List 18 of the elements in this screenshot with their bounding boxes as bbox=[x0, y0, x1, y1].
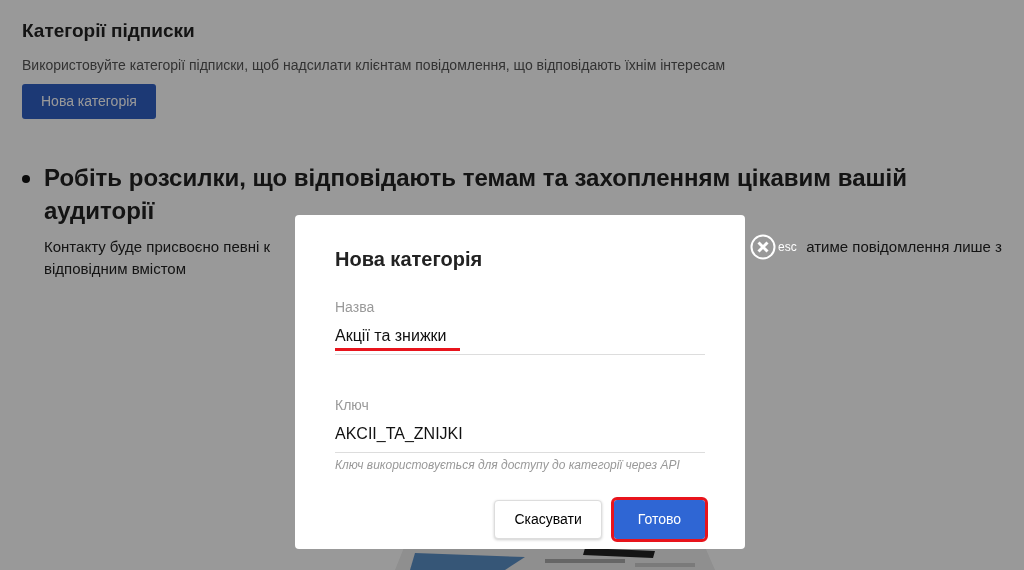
field-label: Ключ bbox=[335, 396, 370, 415]
page-title: Категорії підписки bbox=[22, 20, 196, 43]
paragraph-text: Контакту буде присвоєно певні к bbox=[44, 237, 271, 257]
bullet-icon bbox=[22, 174, 30, 183]
bullet-heading: Робіть розсилки, що відповідають темам та захопленням цікавим вашій аудиторії bbox=[44, 162, 908, 227]
close-icon bbox=[750, 234, 776, 260]
field-hint: Ключ використовується для доступу до категорії через API bbox=[335, 457, 681, 474]
cancel-button[interactable]: Скасувати bbox=[494, 500, 602, 539]
paragraph-text: атиме повідомлення лише з bbox=[806, 237, 1002, 257]
modal-title: Нова категорія bbox=[335, 247, 484, 271]
new-category-button[interactable]: Нова категорія bbox=[22, 83, 156, 119]
done-button[interactable]: Готово bbox=[613, 500, 705, 539]
esc-label: esc bbox=[778, 239, 797, 256]
paragraph-text: відповідним вмістом bbox=[44, 259, 187, 280]
key-field[interactable]: AKCII_TA_ZNIJKI bbox=[335, 422, 695, 446]
name-field[interactable]: Акції та знижки bbox=[335, 324, 460, 351]
page-subtitle: Використовуйте категорії підписки, щоб надсилати клієнтам повідомлення, що відповідають їхнім інтересам bbox=[22, 55, 727, 75]
field-label: Назва bbox=[335, 298, 376, 317]
